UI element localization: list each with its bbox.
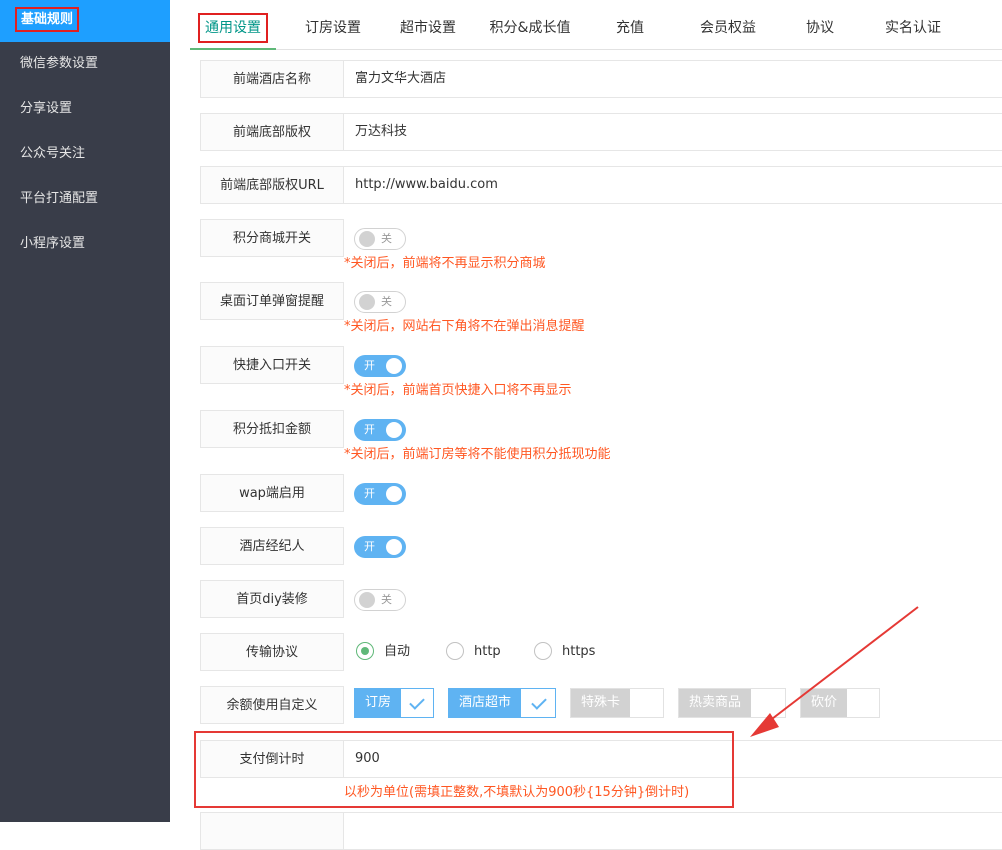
sidebar-item-miniprogram[interactable]: 小程序设置 xyxy=(0,221,170,266)
switch-knob xyxy=(386,539,402,555)
form-label xyxy=(200,812,344,850)
tab-booking[interactable]: 订房设置 xyxy=(290,0,376,49)
balance-checkbox-special-card[interactable]: 特殊卡 xyxy=(570,688,664,718)
order-popup-switch[interactable]: 关 xyxy=(354,291,406,313)
form-label: 传输协议 xyxy=(200,633,344,671)
form-label: 桌面订单弹窗提醒 xyxy=(200,282,344,320)
tab-label: 超市设置 xyxy=(400,20,456,36)
tab-label: 通用设置 xyxy=(198,13,268,43)
tab-member-rights[interactable]: 会员权益 xyxy=(685,0,771,49)
broker-switch[interactable]: 开 xyxy=(354,536,406,558)
switch-knob xyxy=(386,422,402,438)
form-label: 前端酒店名称 xyxy=(200,60,344,98)
tab-realname[interactable]: 实名认证 xyxy=(870,0,956,49)
switch-knob xyxy=(359,294,375,310)
sidebar-item-platform[interactable]: 平台打通配置 xyxy=(0,176,170,221)
balance-checkbox-booking[interactable]: 订房 xyxy=(354,688,434,718)
switch-text: 开 xyxy=(364,540,375,553)
radio-label: 自动 xyxy=(384,644,411,659)
tab-recharge[interactable]: 充值 xyxy=(600,0,660,49)
diy-switch[interactable]: 关 xyxy=(354,589,406,611)
check-icon xyxy=(755,689,785,717)
wap-switch[interactable]: 开 xyxy=(354,483,406,505)
check-icon xyxy=(849,689,879,717)
points-mall-switch[interactable]: 关 xyxy=(354,228,406,250)
sidebar-item-label: 基础规则 xyxy=(14,7,80,32)
form-label: 积分商城开关 xyxy=(200,219,344,257)
balance-checkbox-bargain[interactable]: 砍价 xyxy=(800,688,880,718)
sidebar-item-share[interactable]: 分享设置 xyxy=(0,86,170,131)
checkbox-label: 特殊卡 xyxy=(571,689,631,717)
sidebar-item-official-account[interactable]: 公众号关注 xyxy=(0,131,170,176)
radio-label: https xyxy=(562,644,596,659)
next-input[interactable] xyxy=(344,812,1002,850)
copyright-input[interactable]: 万达科技 xyxy=(344,113,1002,151)
tab-label: 积分&成长值 xyxy=(489,20,571,36)
sidebar-item-label: 微信参数设置 xyxy=(20,56,99,71)
hint-text: 以秒为单位(需填正整数,不填默认为900秒{15分钟}倒计时) xyxy=(344,785,690,800)
switch-knob xyxy=(359,592,375,608)
tab-general[interactable]: 通用设置 xyxy=(190,0,276,50)
check-icon xyxy=(403,689,433,717)
tab-agreement[interactable]: 协议 xyxy=(790,0,850,49)
radio-circle xyxy=(356,642,374,660)
hint-text: *关闭后，网站右下角将不在弹出消息提醒 xyxy=(344,319,585,334)
check-icon xyxy=(525,689,555,717)
tab-bar: 通用设置 订房设置 超市设置 积分&成长值 充值 会员权益 协议 实名认证 xyxy=(190,0,1002,50)
sidebar-item-label: 分享设置 xyxy=(20,101,73,116)
tab-points[interactable]: 积分&成长值 xyxy=(470,0,590,49)
countdown-input[interactable]: 900 xyxy=(344,740,1002,778)
form-label: 首页diy装修 xyxy=(200,580,344,618)
check-icon xyxy=(633,689,663,717)
checkbox-label: 订房 xyxy=(355,689,402,717)
form-label: 酒店经纪人 xyxy=(200,527,344,565)
radio-label: http xyxy=(474,644,501,659)
sidebar-item-wechat-params[interactable]: 微信参数设置 xyxy=(0,41,170,86)
form-label: 积分抵扣金额 xyxy=(200,410,344,448)
form-label: 支付倒计时 xyxy=(200,740,344,778)
switch-text: 开 xyxy=(364,487,375,500)
tab-label: 充值 xyxy=(616,20,644,36)
radio-circle xyxy=(446,642,464,660)
checkbox-label: 热卖商品 xyxy=(679,689,752,717)
quick-entry-switch[interactable]: 开 xyxy=(354,355,406,377)
switch-knob xyxy=(386,486,402,502)
switch-knob xyxy=(359,231,375,247)
form-label: 前端底部版权 xyxy=(200,113,344,151)
sidebar-item-label: 小程序设置 xyxy=(20,236,86,251)
hint-text: *关闭后，前端将不再显示积分商城 xyxy=(344,256,546,271)
checkbox-label: 酒店超市 xyxy=(449,689,522,717)
main-panel: 通用设置 订房设置 超市设置 积分&成长值 充值 会员权益 协议 实名认证 前端… xyxy=(170,0,1002,850)
tab-market[interactable]: 超市设置 xyxy=(385,0,471,49)
points-deduct-switch[interactable]: 开 xyxy=(354,419,406,441)
hint-text: *关闭后，前端订房等将不能使用积分抵现功能 xyxy=(344,447,611,462)
balance-checkbox-market[interactable]: 酒店超市 xyxy=(448,688,556,718)
tab-label: 订房设置 xyxy=(305,20,361,36)
form-label: wap端启用 xyxy=(200,474,344,512)
switch-knob xyxy=(386,358,402,374)
copyright-url-input[interactable]: http://www.baidu.com xyxy=(344,166,1002,204)
switch-text: 关 xyxy=(381,593,392,606)
sidebar-item-label: 平台打通配置 xyxy=(20,191,99,206)
form-label: 余额使用自定义 xyxy=(200,686,344,724)
switch-text: 关 xyxy=(381,295,392,308)
tab-label: 实名认证 xyxy=(885,20,941,36)
tab-label: 会员权益 xyxy=(700,20,756,36)
sidebar: 基础规则 微信参数设置 分享设置 公众号关注 平台打通配置 小程序设置 xyxy=(0,0,170,822)
switch-text: 关 xyxy=(381,232,392,245)
hotel-name-input[interactable]: 富力文华大酒店 xyxy=(344,60,1002,98)
sidebar-item-label: 公众号关注 xyxy=(20,146,86,161)
switch-text: 开 xyxy=(364,359,375,372)
tab-label: 协议 xyxy=(806,20,834,36)
form-label: 快捷入口开关 xyxy=(200,346,344,384)
sidebar-item-basic-rules[interactable]: 基础规则 xyxy=(0,0,170,42)
balance-checkbox-hot-goods[interactable]: 热卖商品 xyxy=(678,688,786,718)
checkbox-label: 砍价 xyxy=(801,689,848,717)
hint-text: *关闭后，前端首页快捷入口将不再显示 xyxy=(344,383,572,398)
form-label: 前端底部版权URL xyxy=(200,166,344,204)
radio-circle xyxy=(534,642,552,660)
switch-text: 开 xyxy=(364,423,375,436)
